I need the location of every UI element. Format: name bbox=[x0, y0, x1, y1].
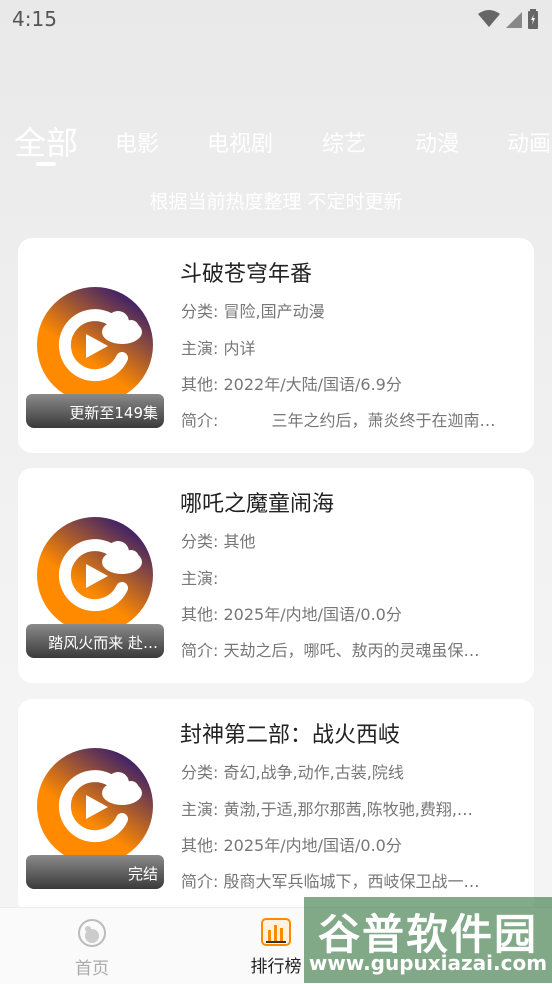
other-info-line: 其他: 2025年/内地/国语/0.0分 bbox=[181, 832, 529, 856]
cast-label: 主演: bbox=[181, 569, 219, 588]
intro-line: 简介: 殷商大军兵临城下，西岐保卫战一… bbox=[181, 868, 529, 892]
poster-thumbnail: 踏风火而来 赴… bbox=[26, 504, 164, 658]
category-value: 奇幻,战争,动作,古装,院线 bbox=[223, 763, 404, 782]
app-logo-icon bbox=[37, 748, 153, 864]
status-bar: 4:15 bbox=[0, 0, 552, 40]
cast-line: 主演: 黄渤,于适,那尔那茜,陈牧驰,费翔,… bbox=[181, 796, 529, 820]
media-card[interactable]: 踏风火而来 赴… 哪吒之魔童闹海 分类: 其他 主演: 其他: 2025年/内地… bbox=[18, 468, 534, 683]
intro-value: 殷商大军兵临城下，西岐保卫战一… bbox=[223, 872, 480, 891]
category-line: 分类: 其他 bbox=[181, 528, 529, 552]
wifi-icon bbox=[478, 10, 500, 27]
category-label: 分类: bbox=[181, 302, 219, 321]
category-label: 分类: bbox=[181, 763, 219, 782]
media-title[interactable]: 封神第二部：战火西岐 bbox=[180, 717, 400, 749]
episode-badge: 更新至149集 bbox=[26, 394, 164, 428]
app-logo-icon bbox=[37, 517, 153, 633]
status-time: 4:15 bbox=[12, 7, 57, 31]
other-info-line: 其他: 2022年/大陆/国语/6.9分 bbox=[181, 371, 529, 395]
media-card[interactable]: 完结 封神第二部：战火西岐 分类: 奇幻,战争,动作,古装,院线 主演: 黄渤,… bbox=[18, 699, 534, 914]
intro-label: 简介: bbox=[181, 641, 219, 660]
list-subtitle: 根据当前热度整理 不定时更新 bbox=[149, 191, 403, 213]
tab-animation[interactable]: 动画 bbox=[507, 126, 551, 158]
nav-home-label: 首页 bbox=[75, 959, 109, 979]
home-icon bbox=[78, 919, 106, 947]
watermark-url: www.gupuxiazai.com bbox=[308, 951, 548, 975]
cast-line: 主演: 内详 bbox=[181, 335, 529, 359]
media-title[interactable]: 哪吒之魔童闹海 bbox=[180, 486, 334, 518]
episode-badge: 踏风火而来 赴… bbox=[26, 624, 164, 658]
cast-label: 主演: bbox=[181, 339, 219, 358]
intro-line: 简介: 三年之约后，萧炎终于在迦南… bbox=[181, 407, 529, 431]
cast-line: 主演: bbox=[181, 565, 529, 589]
cast-value: 内详 bbox=[223, 339, 256, 358]
category-value: 其他 bbox=[223, 532, 256, 551]
tab-tv-series[interactable]: 电视剧 bbox=[207, 126, 273, 158]
intro-label: 简介: bbox=[181, 411, 219, 430]
category-label: 分类: bbox=[181, 532, 219, 551]
other-label: 其他: bbox=[181, 605, 219, 624]
media-title[interactable]: 斗破苍穹年番 bbox=[180, 256, 312, 288]
other-value: 2025年/内地/国语/0.0分 bbox=[223, 605, 402, 624]
active-tab-indicator bbox=[36, 162, 56, 166]
poster-thumbnail: 完结 bbox=[26, 735, 164, 889]
intro-value: 天劫之后，哪吒、敖丙的灵魂虽保… bbox=[223, 641, 480, 660]
nav-home[interactable]: 首页 bbox=[52, 918, 132, 979]
status-icons bbox=[478, 9, 538, 29]
episode-badge: 完结 bbox=[26, 855, 164, 889]
tab-movies[interactable]: 电影 bbox=[115, 126, 159, 158]
cast-label: 主演: bbox=[181, 800, 219, 819]
other-value: 2025年/内地/国语/0.0分 bbox=[223, 836, 402, 855]
media-card[interactable]: 更新至149集 斗破苍穹年番 分类: 冒险,国产动漫 主演: 内详 其他: 20… bbox=[18, 238, 534, 453]
other-info-line: 其他: 2025年/内地/国语/0.0分 bbox=[181, 601, 529, 625]
battery-icon bbox=[528, 9, 538, 29]
intro-value: 三年之约后，萧炎终于在迦南… bbox=[223, 411, 496, 430]
other-label: 其他: bbox=[181, 836, 219, 855]
other-label: 其他: bbox=[181, 375, 219, 394]
intro-line: 简介: 天劫之后，哪吒、敖丙的灵魂虽保… bbox=[181, 637, 529, 661]
tab-anime[interactable]: 动漫 bbox=[415, 126, 459, 158]
poster-thumbnail: 更新至149集 bbox=[26, 274, 164, 428]
other-value: 2022年/大陆/国语/6.9分 bbox=[223, 375, 402, 394]
category-value: 冒险,国产动漫 bbox=[223, 302, 325, 321]
app-logo-icon bbox=[37, 287, 153, 403]
category-tabs: 全部 电影 电视剧 综艺 动漫 动画 bbox=[0, 112, 552, 172]
signal-icon bbox=[506, 12, 522, 28]
tab-variety[interactable]: 综艺 bbox=[322, 126, 366, 158]
cast-value: 黄渤,于适,那尔那茜,陈牧驰,费翔,… bbox=[223, 800, 473, 819]
ranking-icon bbox=[261, 918, 291, 946]
intro-label: 简介: bbox=[181, 872, 219, 891]
site-watermark: 谷普软件园 www.gupuxiazai.com bbox=[304, 897, 552, 983]
tab-all[interactable]: 全部 bbox=[14, 118, 78, 164]
category-line: 分类: 冒险,国产动漫 bbox=[181, 298, 529, 322]
category-line: 分类: 奇幻,战争,动作,古装,院线 bbox=[181, 759, 529, 783]
